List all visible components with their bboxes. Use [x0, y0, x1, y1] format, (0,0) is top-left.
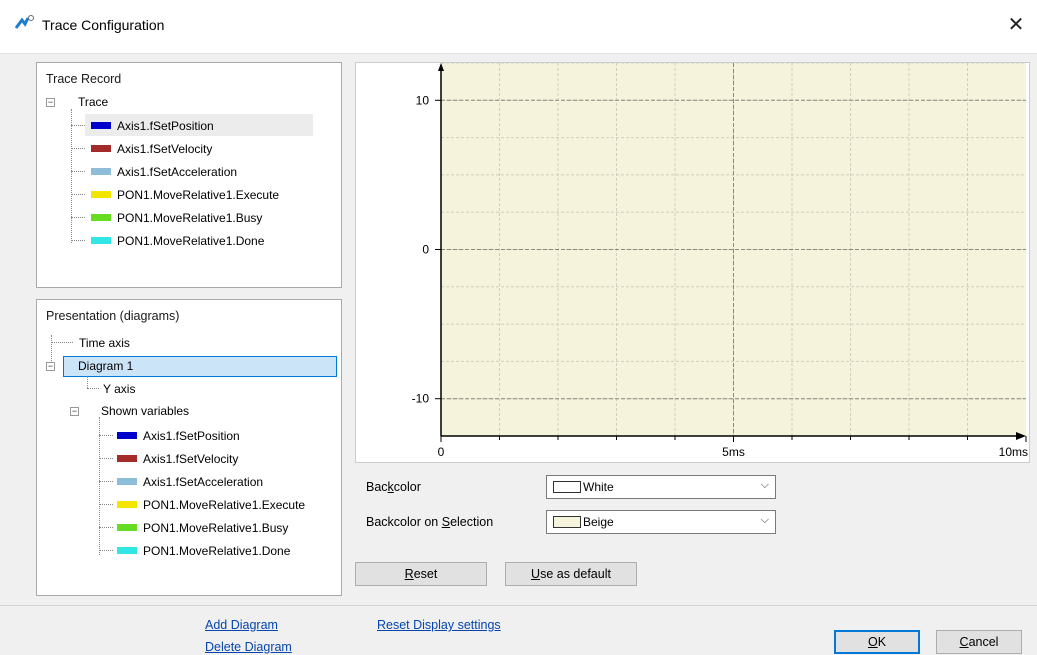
trace_record-item[interactable]: Axis1.fSetAcceleration — [117, 165, 237, 179]
trace_record-item[interactable]: PON1.MoveRelative1.Busy — [117, 211, 262, 225]
series-color-swatch — [91, 145, 111, 152]
series-color-swatch — [117, 455, 137, 462]
collapse-icon[interactable]: − — [46, 98, 55, 107]
trace_record-item[interactable]: Axis1.fSetVelocity — [117, 142, 212, 156]
presentation-item[interactable]: Axis1.fSetAcceleration — [143, 475, 263, 489]
trace-app-icon — [14, 15, 34, 29]
delete-diagram-link[interactable]: Delete Diagram — [205, 640, 292, 654]
trace-chart[interactable]: 10 0 -10 0 5ms 10ms — [355, 62, 1030, 463]
x-tick-label: 0 — [438, 445, 445, 459]
presentation-item[interactable]: PON1.MoveRelative1.Done — [143, 544, 290, 558]
series-color-swatch — [117, 524, 137, 531]
y-axis-node[interactable]: Y axis — [103, 382, 135, 396]
cancel-button[interactable]: Cancel — [936, 630, 1022, 654]
title-bar: Trace Configuration ✕ — [0, 0, 1037, 54]
presentation-panel: Presentation (diagrams) Time axis Diagra… — [36, 299, 342, 596]
series-color-swatch — [91, 122, 111, 129]
collapse-icon[interactable]: − — [46, 362, 55, 371]
y-tick-label: -10 — [412, 392, 430, 406]
y-tick-label: 10 — [416, 93, 430, 107]
trace_record-item[interactable]: Axis1.fSetPosition — [117, 119, 214, 133]
reset-display-settings-link[interactable]: Reset Display settings — [377, 618, 501, 632]
series-color-swatch — [117, 547, 137, 554]
presentation-item[interactable]: PON1.MoveRelative1.Busy — [143, 521, 288, 535]
presentation-title: Presentation (diagrams) — [46, 309, 180, 323]
color-swatch — [553, 516, 581, 528]
x-tick-label: 5ms — [722, 445, 745, 459]
series-color-swatch — [117, 478, 137, 485]
presentation-item[interactable]: Axis1.fSetVelocity — [143, 452, 238, 466]
color-swatch — [553, 481, 581, 493]
trace-record-panel: Trace Record − Trace Axis1.fSetPosition A… — [36, 62, 342, 288]
trace-record-title: Trace Record — [46, 72, 122, 86]
backcolor-dropdown[interactable]: White ⌵ — [546, 475, 776, 499]
backcolor-label: Backcolor — [366, 480, 421, 494]
diagram-1-node[interactable]: Diagram 1 — [63, 356, 337, 377]
trace_record-item[interactable]: PON1.MoveRelative1.Done — [117, 234, 264, 248]
time-axis-node[interactable]: Time axis — [79, 336, 130, 350]
series-color-swatch — [91, 214, 111, 221]
reset-button[interactable]: Reset — [355, 562, 487, 586]
backcolor-selection-dropdown[interactable]: Beige ⌵ — [546, 510, 776, 534]
trace_record-item[interactable]: PON1.MoveRelative1.Execute — [117, 188, 279, 202]
shown-variables-node[interactable]: Shown variables — [101, 404, 189, 418]
footer-separator — [0, 605, 1037, 606]
collapse-icon[interactable]: − — [70, 407, 79, 416]
presentation-item[interactable]: PON1.MoveRelative1.Execute — [143, 498, 305, 512]
chevron-down-icon: ⌵ — [760, 479, 769, 491]
series-color-swatch — [91, 191, 111, 198]
use-as-default-button[interactable]: Use as default — [505, 562, 637, 586]
trace-root-label[interactable]: Trace — [78, 95, 108, 109]
x-tick-label: 10ms — [999, 445, 1028, 459]
close-icon[interactable]: ✕ — [1003, 12, 1029, 38]
backcolor-selection-label: Backcolor on Selection — [366, 515, 494, 529]
add-diagram-link[interactable]: Add Diagram — [205, 618, 278, 632]
chevron-down-icon: ⌵ — [760, 514, 769, 526]
series-color-swatch — [117, 432, 137, 439]
presentation-item[interactable]: Axis1.fSetPosition — [143, 429, 240, 443]
y-tick-label: 0 — [422, 243, 429, 257]
ok-button[interactable]: OK — [834, 630, 920, 654]
series-color-swatch — [91, 168, 111, 175]
window-title: Trace Configuration — [42, 17, 165, 33]
chart-svg: 10 0 -10 0 5ms 10ms — [412, 63, 1028, 459]
series-color-swatch — [91, 237, 111, 244]
series-color-swatch — [117, 501, 137, 508]
